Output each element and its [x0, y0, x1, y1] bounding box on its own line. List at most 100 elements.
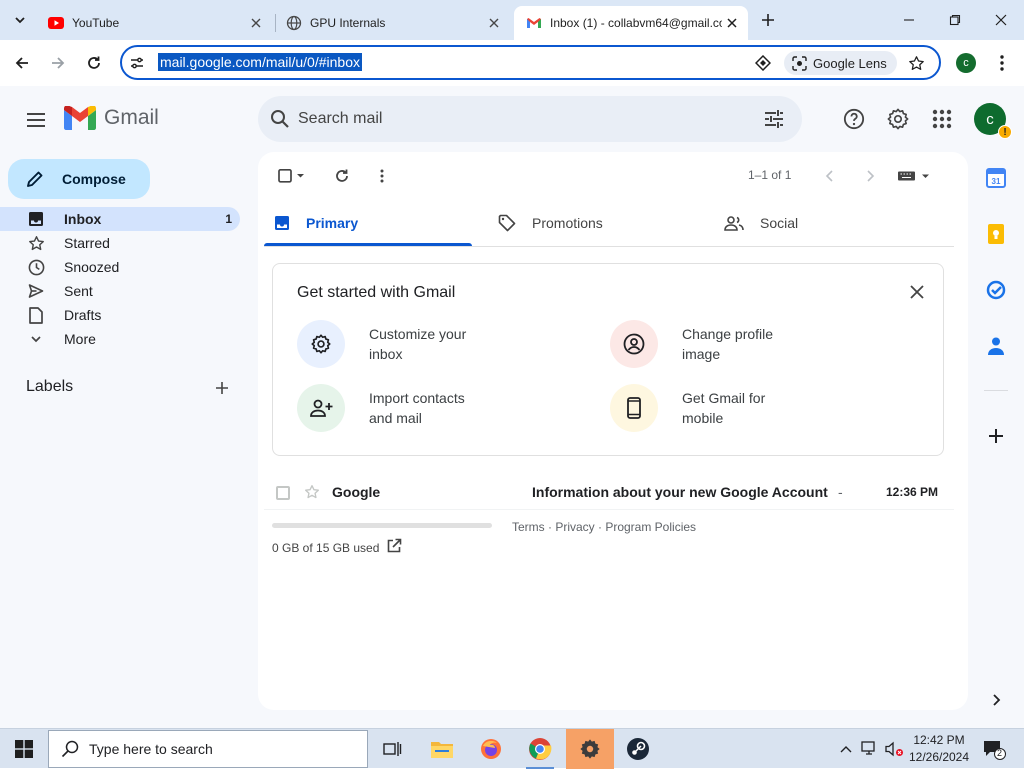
settings-app-button[interactable] [566, 729, 614, 769]
clock-date: 12/26/2024 [908, 750, 970, 764]
google-apps-button[interactable] [928, 105, 956, 133]
arrow-left-icon [15, 57, 28, 69]
sidebar-item-starred[interactable]: Starred [0, 231, 240, 255]
close-tab-button[interactable] [722, 13, 742, 33]
browser-menu-button[interactable] [992, 53, 1012, 73]
sidebar-item-sent[interactable]: Sent [0, 279, 240, 303]
close-tab-button[interactable] [484, 13, 504, 33]
compose-button[interactable]: Compose [8, 159, 150, 199]
import-contacts-item[interactable]: Import contacts and mail [297, 383, 557, 433]
folder-icon [431, 742, 453, 758]
calendar-app-button[interactable]: 31 [982, 164, 1010, 192]
file-explorer-button[interactable] [418, 729, 466, 769]
tab-title: Inbox (1) - collabvm64@gmail.com [550, 16, 722, 30]
system-clock[interactable]: 12:42 PM 12/26/2024 [904, 732, 974, 766]
globe-icon [286, 15, 302, 31]
footer-links[interactable]: Terms · Privacy · Program Policies [512, 520, 696, 534]
older-button[interactable] [858, 164, 882, 188]
chevron-up-icon [840, 746, 852, 753]
sidebar-item-snoozed[interactable]: Snoozed [0, 255, 240, 279]
avatar-initial: c [986, 110, 994, 128]
notification-center-button[interactable]: 2 [982, 739, 1006, 761]
dismiss-card-button[interactable] [905, 280, 929, 304]
newer-button[interactable] [818, 164, 842, 188]
tab-youtube[interactable]: YouTube [36, 6, 272, 40]
firefox-button[interactable] [467, 729, 515, 769]
url-text[interactable]: mail.google.com/mail/u/0/#inbox [158, 53, 362, 71]
open-storage-link[interactable] [386, 538, 402, 554]
help-button[interactable] [840, 105, 868, 133]
side-panel-divider [984, 390, 1008, 391]
install-app-icon[interactable] [754, 54, 772, 72]
search-options-icon[interactable] [762, 107, 786, 131]
network-icon[interactable] [860, 739, 880, 759]
reload-button[interactable] [80, 49, 108, 77]
profile-button[interactable]: c [956, 53, 976, 73]
more-vert-icon [380, 169, 384, 183]
chrome-button[interactable] [516, 729, 564, 769]
forward-button[interactable] [44, 49, 72, 77]
select-all-checkbox[interactable] [272, 164, 310, 188]
get-gmail-mobile-item[interactable]: Get Gmail for mobile [610, 383, 870, 433]
sidebar-item-drafts[interactable]: Drafts [0, 303, 240, 327]
calendar-icon: 31 [986, 168, 1006, 188]
contacts-app-button[interactable] [982, 332, 1010, 360]
close-tab-button[interactable] [246, 13, 266, 33]
new-tab-button[interactable] [756, 8, 780, 32]
back-button[interactable] [8, 49, 36, 77]
get-addons-button[interactable] [982, 422, 1010, 450]
input-tools-button[interactable] [894, 164, 934, 188]
inbox-panel: 1–1 of 1 Primary Promotions Social Get s… [258, 152, 968, 710]
site-settings-icon[interactable] [128, 54, 146, 72]
search-bar[interactable] [258, 96, 802, 142]
steam-button[interactable] [614, 729, 662, 769]
chevron-right-icon [993, 694, 1001, 706]
sidebar-item-more[interactable]: More [0, 327, 240, 351]
search-input[interactable] [298, 106, 738, 132]
task-view-button[interactable] [368, 729, 416, 769]
main-menu-button[interactable] [22, 106, 50, 134]
settings-button[interactable] [884, 105, 912, 133]
sidebar-item-inbox[interactable]: Inbox 1 [0, 207, 240, 231]
windows-logo-icon [15, 740, 33, 758]
notification-count: 2 [997, 748, 1003, 758]
refresh-button[interactable] [330, 164, 354, 188]
tab-search-button[interactable] [8, 8, 32, 32]
checkbox-dropdown-icon [278, 169, 304, 183]
email-checkbox[interactable] [276, 486, 290, 500]
email-sender: Google [332, 484, 381, 500]
star-icon[interactable] [304, 484, 320, 500]
volume-muted-icon[interactable] [884, 739, 904, 759]
pencil-icon [27, 171, 43, 187]
gmail-logo[interactable]: Gmail [64, 106, 159, 130]
minimize-button[interactable] [886, 0, 932, 40]
create-label-button[interactable] [212, 378, 232, 398]
customize-inbox-item[interactable]: Customize your inbox [297, 319, 557, 369]
bookmark-star-icon[interactable] [907, 54, 925, 72]
start-button[interactable] [0, 729, 48, 769]
tab-social[interactable]: Social [724, 200, 798, 246]
close-icon [727, 18, 737, 28]
change-profile-image-item[interactable]: Change profile image [610, 319, 870, 369]
address-bar[interactable]: mail.google.com/mail/u/0/#inbox Google L… [120, 45, 941, 80]
email-row[interactable]: Google Information about your new Google… [264, 474, 954, 510]
tab-gpu-internals[interactable]: GPU Internals [274, 6, 510, 40]
search-icon[interactable] [268, 107, 292, 131]
restore-button[interactable] [932, 0, 978, 40]
more-actions-button[interactable] [370, 164, 394, 188]
taskbar-search-box[interactable]: Type here to search [48, 730, 368, 768]
tab-promotions[interactable]: Promotions [498, 200, 603, 246]
hide-side-panel-button[interactable] [982, 686, 1010, 714]
tab-gmail-inbox[interactable]: Inbox (1) - collabvm64@gmail.com [514, 6, 748, 40]
close-window-button[interactable] [978, 0, 1024, 40]
google-lens-button[interactable]: Google Lens [784, 51, 897, 75]
plus-icon [216, 382, 228, 394]
import-icon-circle [297, 384, 345, 432]
windows-taskbar: Type here to search 12:42 PM 12/26/2024 … [0, 728, 1024, 769]
tasks-app-button[interactable] [982, 276, 1010, 304]
tab-primary[interactable]: Primary [274, 200, 358, 246]
arrow-right-icon [52, 57, 65, 69]
account-avatar[interactable]: c ! [974, 103, 1012, 139]
show-hidden-icons-button[interactable] [836, 739, 856, 759]
keep-app-button[interactable] [982, 220, 1010, 248]
